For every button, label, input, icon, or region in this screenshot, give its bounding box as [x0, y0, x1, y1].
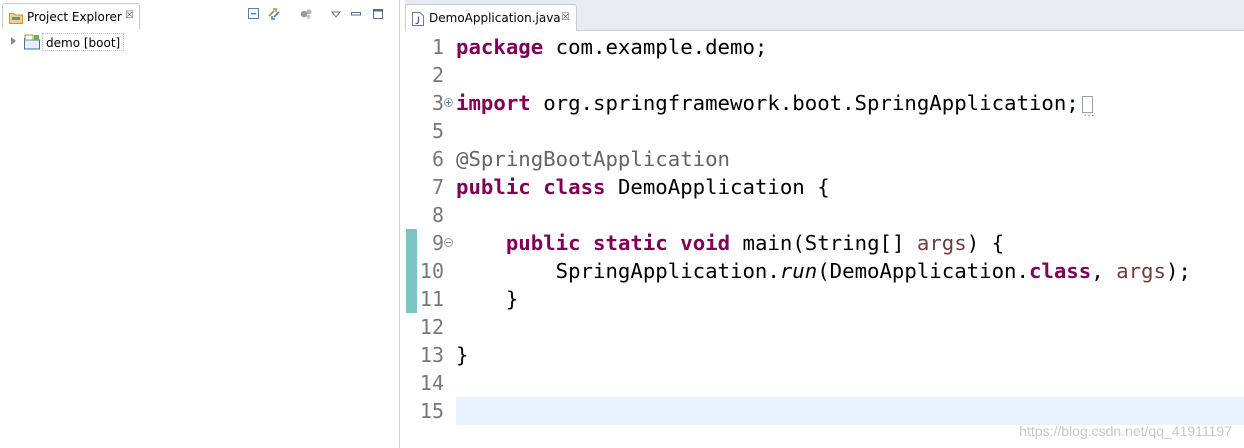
line-number: 15 [419, 399, 444, 423]
folded-code-marker-icon[interactable] [1081, 96, 1094, 128]
collapse-all-icon[interactable] [246, 6, 264, 24]
keyword-token: class [543, 175, 606, 199]
view-menu-icon[interactable] [328, 6, 346, 24]
expand-arrow-icon[interactable] [11, 37, 16, 45]
line-number: 2 [431, 63, 444, 87]
line-number: 13 [419, 343, 444, 367]
code-token: org.springframework.boot.SpringApplicati… [530, 91, 1079, 115]
code-text: } [456, 285, 518, 313]
line-number: 11 [419, 287, 444, 311]
link-with-editor-icon[interactable] [266, 6, 284, 24]
keyword-token: class [1028, 259, 1092, 283]
code-line: 1 package com.example.demo; [405, 33, 1244, 61]
code-token: SpringApplication. [456, 259, 780, 283]
code-token: DemoApplication { [605, 175, 830, 199]
code-text: @SpringBootApplication [456, 145, 730, 173]
watermark: https://blog.csdn.net/qq_41911197 [1019, 423, 1232, 439]
code-text: } [456, 341, 468, 369]
code-token: main(String[] [730, 231, 917, 255]
keyword-token: void [680, 231, 731, 255]
code-line: 5 [405, 117, 1244, 145]
code-token: , [1091, 259, 1117, 283]
code-line: 6 @SpringBootApplication [405, 145, 1244, 173]
project-explorer-tab-label: Project Explorer [27, 10, 122, 24]
keyword-token: public [505, 231, 581, 255]
code-text: package com.example.demo; [456, 33, 767, 61]
code-token: ); [1165, 259, 1191, 283]
editor-tab-label: DemoApplication.java [429, 11, 561, 25]
code-token: } [456, 287, 519, 311]
code-token: ) { [966, 231, 1005, 255]
line-number: 12 [419, 315, 444, 339]
code-line: 12 [405, 313, 1244, 341]
code-token: } [456, 343, 469, 367]
code-line: 15 [405, 397, 1244, 425]
folder-icon [9, 13, 23, 24]
code-text: public class DemoApplication { [456, 173, 830, 201]
code-line: 14 [405, 369, 1244, 397]
collapse-fold-icon[interactable] [444, 238, 453, 247]
code-line: 7 public class DemoApplication { [405, 173, 1244, 201]
code-line: 13} [405, 341, 1244, 369]
line-number: 7 [431, 175, 444, 199]
code-editor: DemoApplication.java ☒ 1 package com.exam… [405, 0, 1244, 448]
line-number: 10 [419, 259, 444, 283]
keyword-token: import [456, 91, 531, 115]
annotation-token: @SpringBootApplication [456, 147, 731, 171]
parameter-token: args [916, 231, 967, 255]
editor-tab-demoapplication[interactable]: DemoApplication.java ☒ [405, 4, 577, 31]
spring-boot-project-icon [24, 34, 40, 50]
expand-fold-icon[interactable] [444, 98, 453, 107]
filters-icon[interactable] [298, 6, 316, 24]
close-icon[interactable]: ☒ [125, 10, 134, 21]
close-icon[interactable]: ☒ [561, 12, 570, 23]
code-text-area[interactable]: 1 package com.example.demo; 2 3 import org.s… [405, 33, 1244, 448]
code-line: 10 SpringApplication.run(DemoApplication… [405, 257, 1244, 285]
java-file-icon [412, 12, 424, 26]
line-number: 14 [419, 371, 444, 395]
code-text: SpringApplication.run(DemoApplication.cl… [456, 257, 1191, 285]
minimize-icon[interactable] [348, 6, 366, 24]
maximize-icon[interactable] [370, 6, 388, 24]
line-number: 6 [431, 147, 444, 171]
code-line: 11 } [405, 285, 1244, 313]
tree-item-label: demo [boot] [42, 33, 125, 51]
project-explorer-tab[interactable]: Project Explorer ☒ [2, 3, 140, 29]
line-number: 3 [431, 91, 444, 115]
code-line: 8 [405, 201, 1244, 229]
code-token: run [779, 259, 818, 283]
line-number: 8 [431, 203, 444, 227]
code-line: 2 [405, 61, 1244, 89]
project-explorer-view: Project Explorer ☒ demo [boot] [0, 0, 400, 448]
keyword-token: package [456, 35, 544, 59]
code-token: (DemoApplication. [817, 259, 1029, 283]
code-text: public static void main(String[] args) { [456, 229, 1004, 257]
parameter-token: args [1116, 259, 1166, 283]
code-token: com.example.demo; [543, 35, 768, 59]
keyword-token: public [456, 175, 531, 199]
keyword-token: static [593, 231, 668, 255]
code-text: import org.springframework.boot.SpringAp… [456, 89, 1094, 128]
code-line: 3 import org.springframework.boot.SpringA… [405, 89, 1244, 128]
line-number: 9 [431, 231, 444, 255]
code-line: 9 public static void main(String[] args)… [405, 229, 1244, 257]
editor-tab-strip: DemoApplication.java ☒ [405, 0, 1244, 31]
line-number: 5 [431, 119, 444, 143]
line-number: 1 [431, 35, 444, 59]
